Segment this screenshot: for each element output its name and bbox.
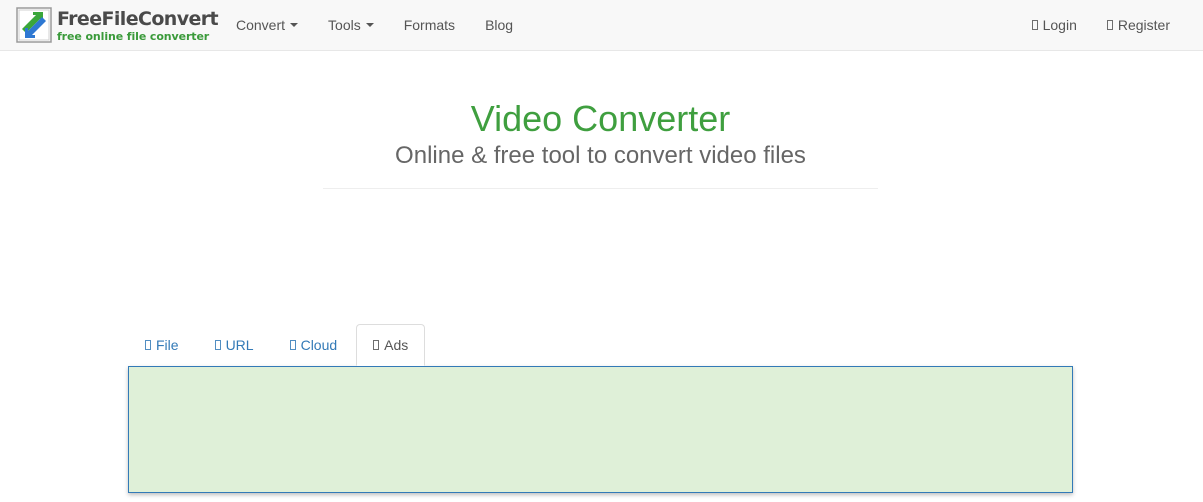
- nav-tools-dropdown[interactable]: Tools: [313, 0, 389, 50]
- brand-tagline: free online file converter: [57, 29, 210, 43]
- tab-cloud[interactable]: Cloud: [273, 324, 355, 366]
- nav-formats-link[interactable]: Formats: [389, 0, 470, 50]
- tab-content-panel: [128, 366, 1073, 493]
- arrows-convert-icon: [16, 7, 52, 43]
- tab-ads[interactable]: Ads: [356, 324, 426, 366]
- tab-file-label: File: [156, 337, 179, 353]
- register-link[interactable]: Register: [1092, 0, 1185, 50]
- user-icon: [1031, 20, 1038, 30]
- register-label: Register: [1117, 17, 1170, 33]
- tab-url-label: URL: [225, 337, 254, 353]
- upload-tabs: File URL Cloud Ads: [128, 324, 1073, 366]
- tab-url[interactable]: URL: [198, 324, 271, 366]
- nav-blog-link[interactable]: Blog: [470, 0, 528, 50]
- brand-name: FreeFileConvert: [57, 7, 219, 30]
- caret-down-icon: [365, 23, 374, 27]
- ads-icon: [373, 340, 380, 350]
- nav-convert-label: Convert: [236, 17, 286, 33]
- cloud-icon: [289, 340, 296, 350]
- tab-ads-label: Ads: [384, 337, 409, 353]
- file-icon: [145, 340, 151, 350]
- login-label: Login: [1042, 17, 1077, 33]
- page-header: Video Converter Online & free tool to co…: [323, 80, 878, 189]
- account-nav: Login Register: [1017, 0, 1185, 50]
- brand-link[interactable]: FreeFileConvert free online file convert…: [16, 7, 219, 43]
- tab-cloud-label: Cloud: [300, 337, 338, 353]
- tab-file[interactable]: File: [128, 324, 196, 366]
- top-navbar: FreeFileConvert free online file convert…: [0, 0, 1203, 51]
- login-link[interactable]: Login: [1017, 0, 1092, 50]
- user-plus-icon: [1106, 20, 1113, 30]
- page-subtitle: Online & free tool to convert video file…: [395, 142, 806, 169]
- link-icon: [214, 340, 221, 350]
- nav-formats-label: Formats: [403, 17, 456, 33]
- caret-down-icon: [290, 23, 299, 27]
- nav-blog-label: Blog: [485, 17, 514, 33]
- nav-tools-label: Tools: [328, 17, 361, 33]
- main-nav: Convert Tools Formats Blog: [221, 0, 528, 50]
- nav-convert-dropdown[interactable]: Convert: [221, 0, 313, 50]
- page-title: Video Converter: [470, 98, 731, 139]
